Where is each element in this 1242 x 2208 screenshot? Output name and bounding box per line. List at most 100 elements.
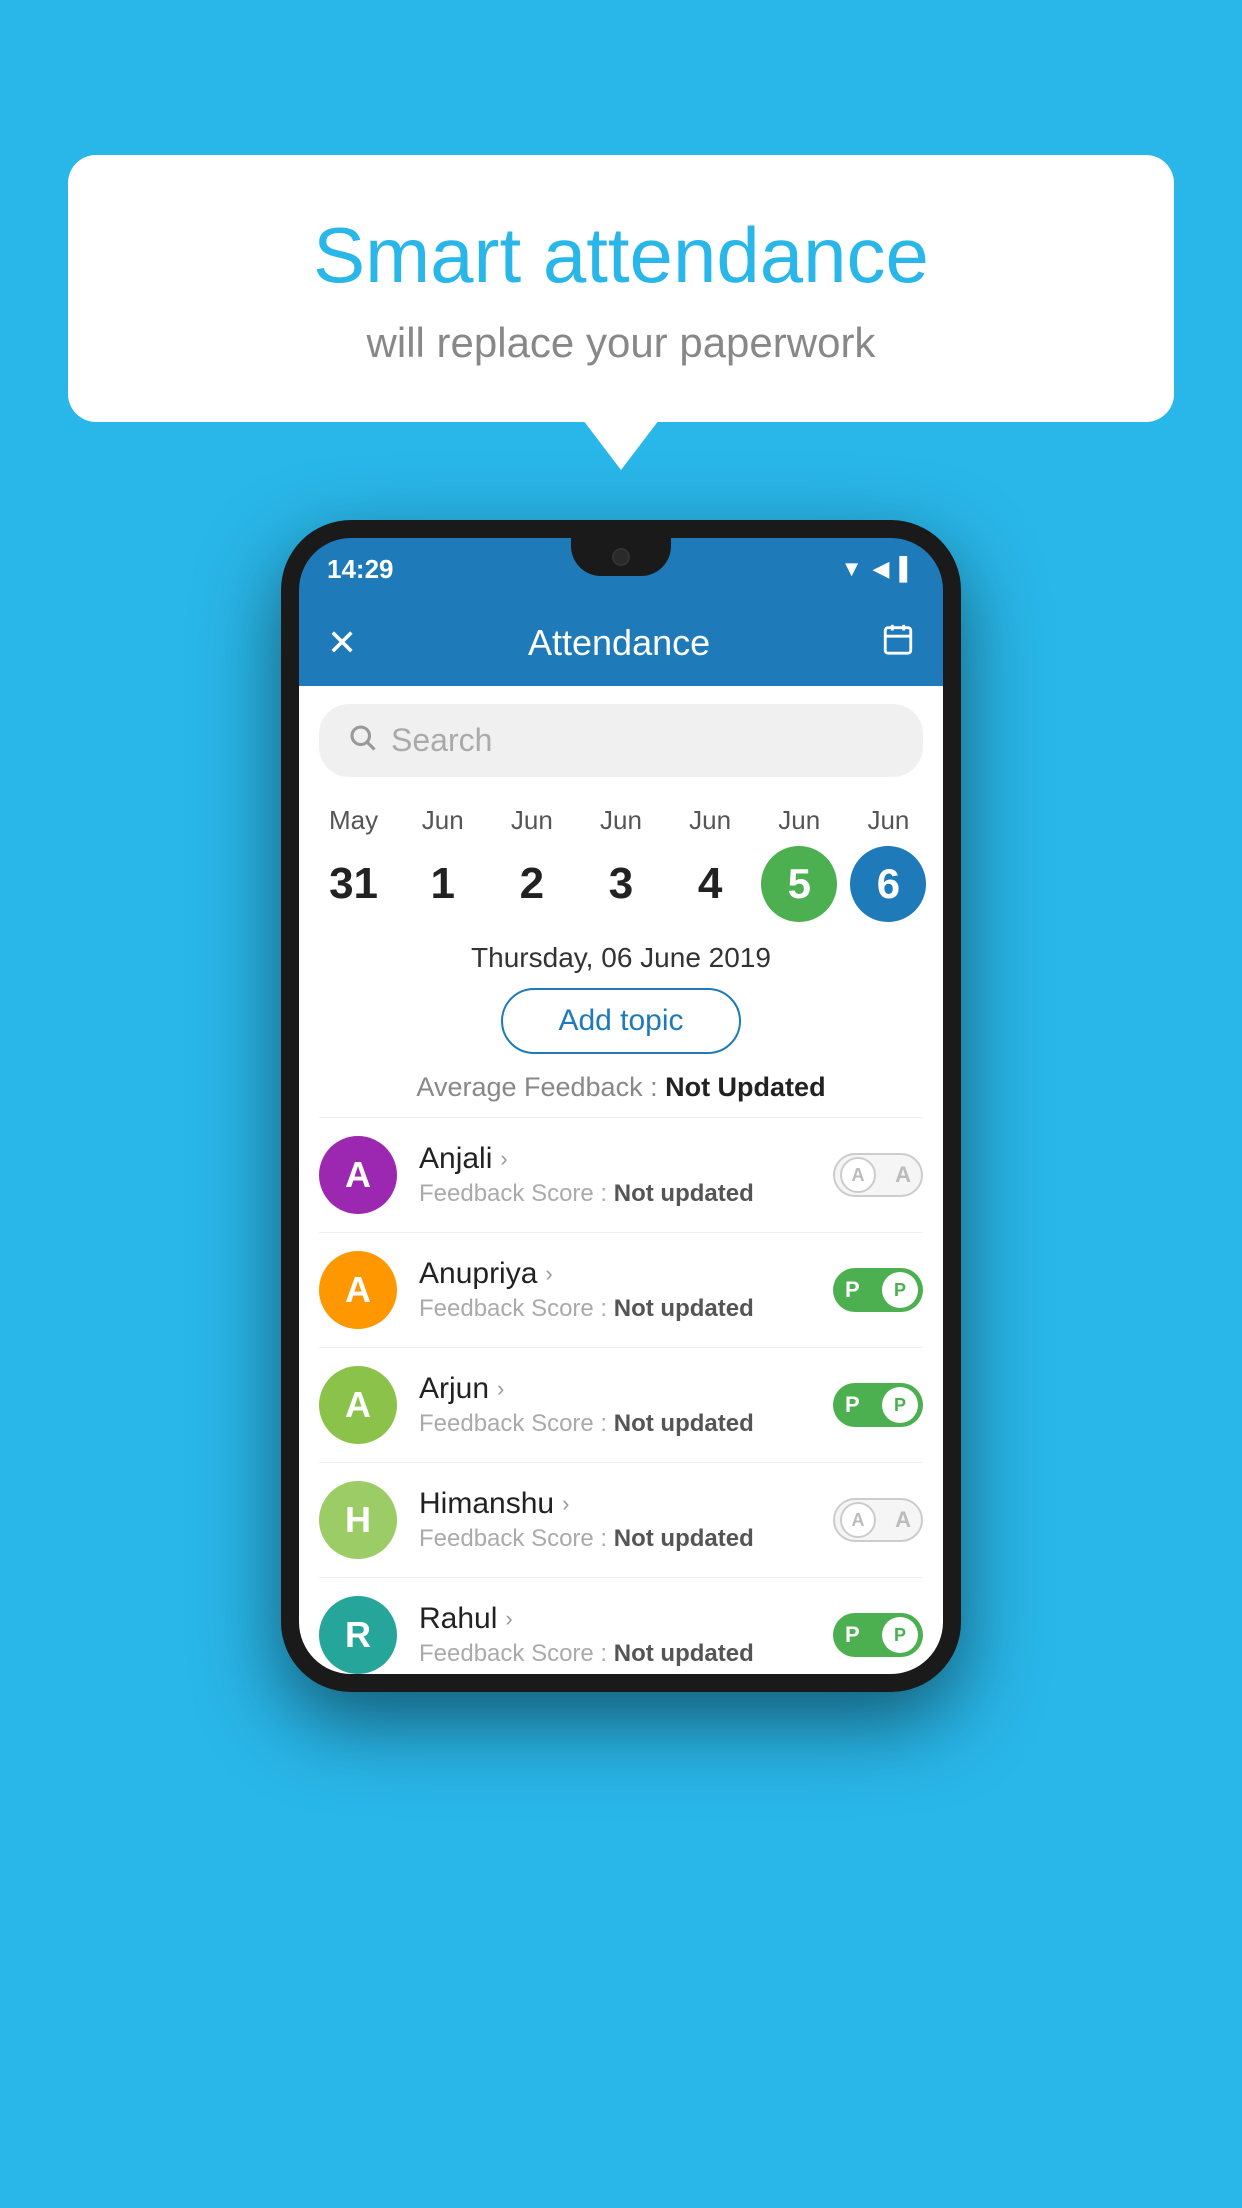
knob-letter: P: [894, 1280, 906, 1301]
student-list: AAnjali›Feedback Score : Not updatedAAAA…: [299, 1117, 943, 1674]
cal-date-label: 1: [405, 846, 481, 922]
cal-day-31[interactable]: May 31: [314, 805, 394, 922]
feedback-label: Feedback Score :: [419, 1410, 614, 1437]
student-avatar: R: [319, 1596, 397, 1674]
status-icons: ▼ ◀ ▌: [841, 556, 915, 582]
toggle-knob: P: [882, 1272, 918, 1308]
cal-month-label: Jun: [600, 805, 642, 836]
cal-day-3[interactable]: Jun3: [581, 805, 661, 922]
cal-date-label: 4: [672, 846, 748, 922]
speech-bubble-subtitle: will replace your paperwork: [128, 319, 1114, 367]
knob-letter: A: [852, 1165, 865, 1186]
knob-letter: A: [852, 1510, 865, 1531]
student-feedback: Feedback Score : Not updated: [419, 1180, 811, 1208]
wifi-icon: ▼: [841, 556, 863, 582]
student-item: A Anupriya › Feedback Score : Not updated PP: [319, 1232, 923, 1347]
toggle-knob: P: [882, 1387, 918, 1423]
search-bar[interactable]: Search: [319, 704, 923, 777]
cal-date-label: 31: [316, 846, 392, 922]
student-feedback: Feedback Score : Not updated: [419, 1410, 811, 1438]
search-icon: [347, 722, 377, 759]
toggle-label-p: P: [845, 1622, 860, 1648]
cal-day-4[interactable]: Jun4: [670, 805, 750, 922]
student-name[interactable]: Anjali ›: [419, 1142, 811, 1176]
student-info: Anupriya › Feedback Score : Not updated: [419, 1257, 811, 1323]
phone-notch: [571, 538, 671, 576]
chevron-right-icon: ›: [500, 1146, 507, 1172]
cal-day-6[interactable]: Jun 6: [848, 805, 928, 922]
student-info: Himanshu› Feedback Score : Not updated: [419, 1487, 811, 1553]
selected-date-label: Thursday, 06 June 2019: [299, 942, 943, 974]
calendar-strip: May31Jun1Jun2Jun3Jun4Jun5Jun6: [299, 787, 943, 922]
student-info: Anjali › Feedback Score : Not updated: [419, 1142, 811, 1208]
speech-bubble-title: Smart attendance: [128, 210, 1114, 301]
calendar-icon[interactable]: [881, 622, 915, 664]
student-avatar: A: [319, 1366, 397, 1444]
cal-month-label: May: [329, 805, 378, 836]
student-name-text: Rahul: [419, 1602, 497, 1636]
attendance-toggle-present[interactable]: PP: [833, 1268, 923, 1312]
student-name-text: Himanshu: [419, 1487, 554, 1521]
cal-day-5[interactable]: Jun 5: [759, 805, 839, 922]
phone-container: 14:29 ▼ ◀ ▌ ✕ Attendance: [281, 520, 961, 1692]
app-header: ✕ Attendance: [299, 600, 943, 686]
student-item: HHimanshu›Feedback Score : Not updatedAA: [319, 1462, 923, 1577]
avg-feedback-value: Not Updated: [665, 1072, 825, 1102]
front-camera: [612, 548, 630, 566]
attendance-toggle-absent[interactable]: AA: [833, 1153, 923, 1197]
cal-month-label: Jun: [422, 805, 464, 836]
feedback-label: Feedback Score :: [419, 1295, 614, 1322]
student-item: AArjun›Feedback Score : Not updatedPP: [319, 1347, 923, 1462]
speech-bubble-container: Smart attendance will replace your paper…: [68, 155, 1174, 422]
close-button[interactable]: ✕: [327, 622, 357, 664]
student-avatar: H: [319, 1481, 397, 1559]
student-name-text: Anjali: [419, 1142, 492, 1176]
attendance-toggle-present[interactable]: PP: [833, 1613, 923, 1657]
knob-letter: P: [894, 1395, 906, 1416]
toggle-label-p: P: [845, 1392, 860, 1418]
status-time: 14:29: [327, 554, 394, 585]
student-feedback: Feedback Score : Not updated: [419, 1525, 811, 1553]
student-name[interactable]: Arjun›: [419, 1372, 811, 1406]
cal-month-label: Jun: [867, 805, 909, 836]
search-input-label: Search: [391, 722, 492, 759]
phone-outer: 14:29 ▼ ◀ ▌ ✕ Attendance: [281, 520, 961, 1692]
cal-month-label: Jun: [511, 805, 553, 836]
toggle-label-a: A: [895, 1507, 911, 1533]
cal-date-label: 2: [494, 846, 570, 922]
battery-icon: ▌: [899, 556, 915, 582]
status-bar: 14:29 ▼ ◀ ▌: [299, 538, 943, 600]
signal-icon: ◀: [872, 556, 889, 582]
feedback-label: Feedback Score :: [419, 1180, 614, 1207]
student-name[interactable]: Himanshu›: [419, 1487, 811, 1521]
cal-month-label: Jun: [778, 805, 820, 836]
student-avatar: A: [319, 1251, 397, 1329]
student-item: A Anjali › Feedback Score : Not updated AA: [319, 1117, 923, 1232]
feedback-label: Feedback Score :: [419, 1640, 614, 1667]
phone-screen: Search May31Jun1Jun2Jun3Jun4Jun5Jun6 Thu…: [299, 686, 943, 1674]
attendance-toggle-absent[interactable]: AA: [833, 1498, 923, 1542]
student-feedback: Feedback Score : Not updated: [419, 1295, 811, 1323]
attendance-toggle-present[interactable]: PP: [833, 1383, 923, 1427]
student-feedback: Feedback Score : Not updated: [419, 1640, 811, 1668]
chevron-right-icon: ›: [545, 1261, 552, 1287]
student-name[interactable]: Rahul ›: [419, 1602, 811, 1636]
toggle-label-a: A: [895, 1162, 911, 1188]
cal-day-1[interactable]: Jun 1: [403, 805, 483, 922]
cal-date-label: 5: [761, 846, 837, 922]
feedback-value: Not updated: [614, 1295, 754, 1322]
calendar-svg: [881, 622, 915, 656]
chevron-right-icon: ›: [505, 1606, 512, 1632]
student-name[interactable]: Anupriya ›: [419, 1257, 811, 1291]
student-info: Arjun› Feedback Score : Not updated: [419, 1372, 811, 1438]
speech-bubble: Smart attendance will replace your paper…: [68, 155, 1174, 422]
cal-date-label: 6: [850, 846, 926, 922]
student-info: Rahul › Feedback Score : Not updated: [419, 1602, 811, 1668]
add-topic-button[interactable]: Add topic: [501, 988, 740, 1054]
student-name-text: Anupriya: [419, 1257, 537, 1291]
avg-feedback-prefix: Average Feedback :: [416, 1072, 665, 1102]
feedback-value: Not updated: [614, 1180, 754, 1207]
chevron-right-icon: ›: [497, 1376, 504, 1402]
feedback-value: Not updated: [614, 1410, 754, 1437]
cal-day-2[interactable]: Jun 2: [492, 805, 572, 922]
